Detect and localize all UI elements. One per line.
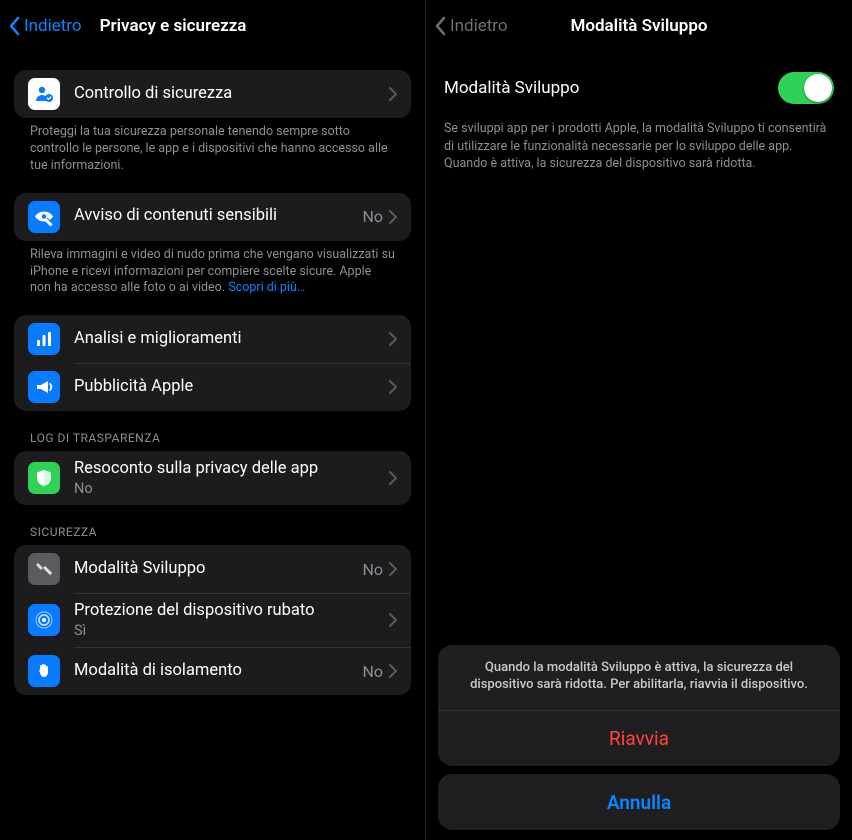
chevron-right-icon [389,210,397,224]
action-sheet-message: Quando la modalità Sviluppo è attiva, la… [438,645,840,710]
row-lockdown-mode[interactable]: Modalità di isolamento No [14,647,411,695]
chevron-right-icon [389,562,397,576]
chevron-left-icon [8,16,20,36]
group-analytics-ads: Analisi e miglioramenti Pubblicità Apple [14,315,411,411]
row-value: No [362,662,383,681]
group-footer: Rileva immagini e video di nudo prima ch… [14,241,411,298]
toggle-label: Modalità Sviluppo [444,78,778,98]
shield-icon [28,462,60,494]
switch-knob [804,74,832,102]
back-label: Indietro [24,16,82,36]
group-footer: Proteggi la tua sicurezza personale tene… [14,118,411,175]
group-sensitive: Avviso di contenuti sensibili No [14,193,411,241]
chevron-right-icon [389,664,397,678]
section-header-transparency: LOG DI TRASPARENZA [14,411,411,451]
nav-header: Indietro Privacy e sicurezza [0,0,425,52]
chevron-right-icon [389,471,397,485]
row-value: No [362,207,383,226]
group-security: Modalità Sviluppo No Protezione del disp… [14,545,411,695]
row-developer-mode[interactable]: Modalità Sviluppo No [14,545,411,593]
row-apple-advertising[interactable]: Pubblicità Apple [14,363,411,411]
row-title: Resoconto sulla privacy delle app [74,459,389,480]
chevron-left-icon [434,16,446,36]
row-sensitive-content-warning[interactable]: Avviso di contenuti sensibili No [14,193,411,241]
row-analytics[interactable]: Analisi e miglioramenti [14,315,411,363]
page-title: Privacy e sicurezza [100,16,247,36]
group-safety-check: Controllo di sicurezza [14,70,411,118]
restart-button[interactable]: Riavvia [438,710,840,766]
chevron-right-icon [389,332,397,346]
nav-header: Indietro Modalità Sviluppo [426,0,852,52]
cancel-button[interactable]: Annulla [438,774,840,830]
privacy-settings-screen: Indietro Privacy e sicurezza Controllo d… [0,0,426,840]
bar-chart-icon [28,323,60,355]
group-transparency: Resoconto sulla privacy delle app No [14,451,411,505]
radar-icon [28,604,60,636]
toggle-description: Se sviluppi app per i prodotti Apple, la… [426,116,852,173]
row-title: Analisi e miglioramenti [74,329,389,350]
hammer-icon [28,553,60,585]
row-title: Modalità Sviluppo [74,559,362,580]
hand-icon [28,655,60,687]
developer-mode-switch[interactable] [778,72,834,104]
row-title: Pubblicità Apple [74,377,389,398]
chevron-right-icon [389,87,397,101]
row-sub: No [74,480,389,497]
row-sub: Sì [74,622,389,639]
chevron-right-icon [389,380,397,394]
row-stolen-device-protection[interactable]: Protezione del dispositivo rubato Sì [14,593,411,647]
learn-more-link[interactable]: Scopri di più… [228,280,305,295]
developer-mode-screen: Indietro Modalità Sviluppo Modalità Svil… [426,0,852,840]
row-title: Protezione del dispositivo rubato [74,601,389,622]
back-button[interactable]: Indietro [8,16,82,36]
row-value: No [362,560,383,579]
action-sheet: Quando la modalità Sviluppo è attiva, la… [438,645,840,830]
row-title: Modalità di isolamento [74,661,362,682]
megaphone-icon [28,371,60,403]
action-sheet-box: Quando la modalità Sviluppo è attiva, la… [438,645,840,766]
section-header-security: SICUREZZA [14,505,411,545]
settings-content: Controllo di sicurezza Proteggi la tua s… [0,52,425,715]
row-safety-check[interactable]: Controllo di sicurezza [14,70,411,118]
row-title: Avviso di contenuti sensibili [74,206,362,227]
eye-warning-icon [28,201,60,233]
row-app-privacy-report[interactable]: Resoconto sulla privacy delle app No [14,451,411,505]
row-developer-mode-toggle: Modalità Sviluppo [426,52,852,116]
page-title: Modalità Sviluppo [570,16,707,36]
back-label: Indietro [450,16,508,36]
person-shield-icon [28,78,60,110]
back-button[interactable]: Indietro [434,16,508,36]
row-title: Controllo di sicurezza [74,84,389,105]
chevron-right-icon [389,613,397,627]
